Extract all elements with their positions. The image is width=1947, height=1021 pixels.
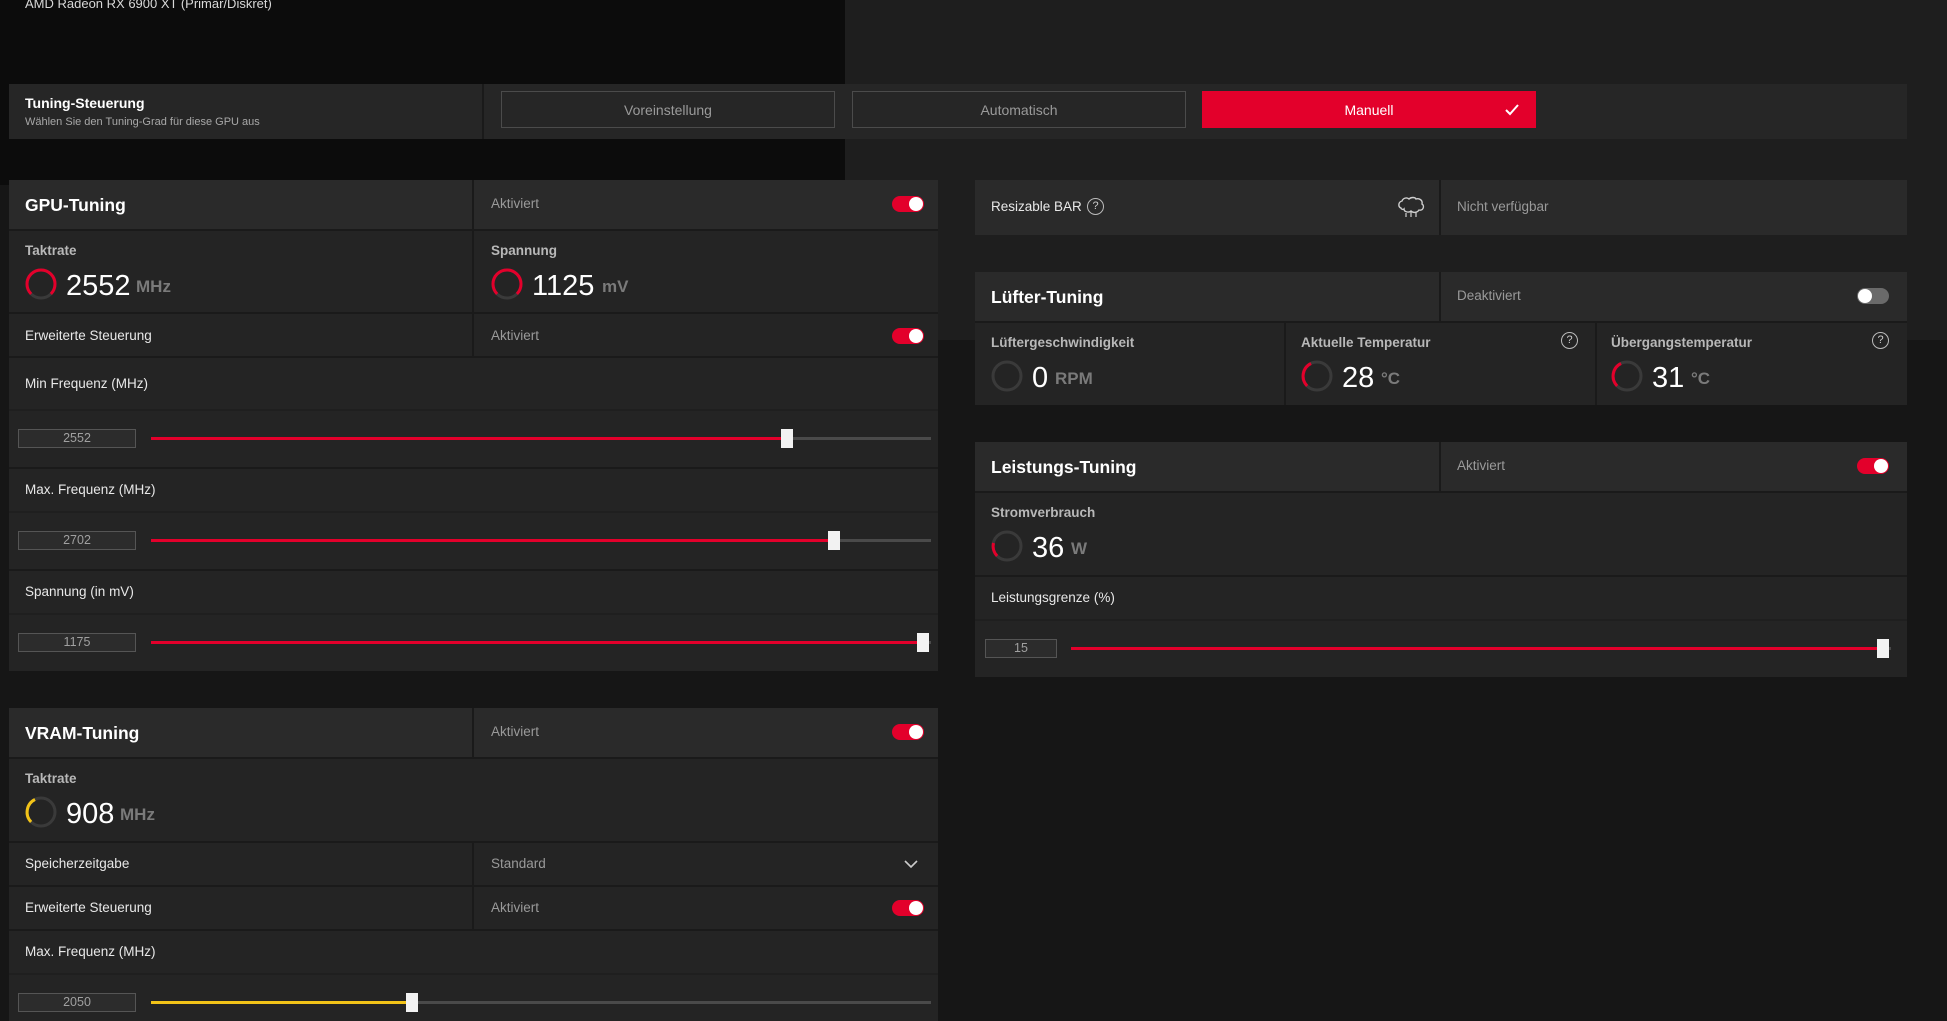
fan-tuning-toggle[interactable] [1857, 288, 1889, 304]
slider-thumb[interactable] [1876, 639, 1889, 658]
gpu-clock-gauge-icon [25, 268, 57, 300]
brain-icon [1398, 196, 1425, 217]
max-freq-input[interactable]: 2702 [18, 531, 136, 550]
fan-speed-gauge-icon [991, 360, 1023, 392]
chevron-down-icon[interactable] [904, 860, 918, 869]
help-icon[interactable]: ? [1087, 198, 1104, 215]
resizable-bar-label: Resizable BAR [991, 199, 1082, 214]
max-freq-label: Max. Frequenz (MHz) [25, 482, 156, 497]
fan-speed-label: Lüftergeschwindigkeit [991, 335, 1135, 350]
tuning-control-subtitle: Wählen Sie den Tuning-Grad für diese GPU… [25, 116, 260, 128]
gpu-advanced-toggle[interactable] [892, 328, 924, 344]
gpu-voltage-gauge-icon [491, 268, 523, 300]
power-draw-gauge-icon [991, 530, 1023, 562]
gpu-clock-unit: MHz [136, 277, 171, 296]
vram-clock-unit: MHz [120, 805, 155, 824]
slider-fill [151, 641, 924, 644]
gpu-voltage-unit: mV [602, 277, 629, 296]
current-temp-label: Aktuelle Temperatur [1301, 335, 1431, 350]
help-icon[interactable]: ? [1872, 332, 1889, 349]
junction-temp-label: Übergangstemperatur [1611, 335, 1753, 350]
power-limit-input[interactable]: 15 [985, 639, 1057, 658]
resizable-bar-status: Nicht verfügbar [1457, 199, 1549, 214]
vram-clock-value: 908 [66, 798, 115, 830]
vram-advanced-label: Erweiterte Steuerung [25, 900, 152, 915]
junction-temp-gauge-icon [1611, 360, 1643, 392]
vram-tuning-panel: VRAM-Tuning Aktiviert Taktrate 908 MHz S… [9, 708, 938, 1021]
power-tuning-panel: Leistungs-Tuning Aktiviert Stromverbrauc… [975, 442, 1907, 677]
max-freq-slider[interactable] [151, 531, 931, 550]
slider-thumb[interactable] [780, 429, 793, 448]
vram-max-freq-slider[interactable] [151, 993, 931, 1012]
auto-button[interactable]: Automatisch [852, 91, 1186, 128]
gpu-clock-value: 2552 [66, 270, 131, 302]
vram-max-freq-label: Max. Frequenz (MHz) [25, 944, 156, 959]
gpu-tuning-status: Aktiviert [491, 196, 540, 211]
power-tuning-status: Aktiviert [1457, 458, 1506, 473]
vram-clock-label: Taktrate [25, 771, 77, 786]
min-freq-slider[interactable] [151, 429, 931, 448]
vram-tuning-status: Aktiviert [491, 724, 540, 739]
voltage-input[interactable]: 1175 [18, 633, 136, 652]
voltage-slider-label: Spannung (in mV) [25, 584, 134, 599]
power-draw-label: Stromverbrauch [991, 505, 1096, 520]
power-limit-slider[interactable] [1071, 639, 1891, 658]
fan-speed-unit: RPM [1055, 369, 1093, 388]
help-icon[interactable]: ? [1561, 332, 1578, 349]
manual-button[interactable]: Manuell [1202, 91, 1536, 128]
resizable-bar-panel: Resizable BAR ? Nicht verfügbar [975, 180, 1907, 235]
checkmark-icon [1505, 104, 1519, 116]
vram-tuning-toggle[interactable] [892, 724, 924, 740]
gpu-advanced-label: Erweiterte Steuerung [25, 328, 152, 343]
slider-fill [151, 539, 834, 542]
gpu-voltage-label: Spannung [491, 243, 557, 258]
fan-tuning-header [975, 272, 1907, 321]
power-limit-label: Leistungsgrenze (%) [991, 590, 1115, 605]
min-freq-label: Min Frequenz (MHz) [25, 376, 149, 391]
fan-speed-value: 0 [1032, 362, 1049, 394]
slider-thumb[interactable] [917, 633, 930, 652]
memory-timing-label: Speicherzeitgabe [25, 856, 130, 871]
power-tuning-title: Leistungs-Tuning [991, 457, 1137, 477]
gpu-tuning-panel: GPU-Tuning Aktiviert Taktrate 2552 MHz S… [9, 180, 938, 671]
preset-button[interactable]: Voreinstellung [501, 91, 835, 128]
slider-fill [1071, 647, 1883, 650]
slider-thumb[interactable] [827, 531, 840, 550]
device-name: AMD Radeon RX 6900 XT (Primär/Diskret) [25, 0, 272, 11]
gpu-voltage-value: 1125 [532, 270, 595, 302]
current-temp-value: 28 [1342, 362, 1375, 394]
fan-tuning-status: Deaktiviert [1457, 288, 1521, 303]
junction-temp-value: 31 [1652, 362, 1685, 394]
min-freq-input[interactable]: 2552 [18, 429, 136, 448]
power-tuning-toggle[interactable] [1857, 458, 1889, 474]
slider-thumb[interactable] [406, 993, 419, 1012]
gpu-advanced-status: Aktiviert [491, 328, 540, 343]
gpu-tuning-toggle[interactable] [892, 196, 924, 212]
slider-fill [151, 1001, 413, 1004]
vram-tuning-title: VRAM-Tuning [25, 723, 140, 743]
fan-tuning-panel: Lüfter-Tuning Deaktiviert Lüftergeschwin… [975, 272, 1907, 405]
current-temp-unit: °C [1381, 369, 1401, 388]
junction-temp-unit: °C [1691, 369, 1711, 388]
power-draw-value: 36 [1032, 532, 1065, 564]
gpu-tuning-title: GPU-Tuning [25, 195, 126, 215]
tuning-control-title: Tuning-Steuerung [25, 95, 145, 111]
gpu-clock-label: Taktrate [25, 243, 77, 258]
fan-tuning-title: Lüfter-Tuning [991, 287, 1104, 307]
slider-fill [151, 437, 787, 440]
voltage-slider[interactable] [151, 633, 931, 652]
current-temp-gauge-icon [1301, 360, 1333, 392]
vram-max-freq-input[interactable]: 2050 [18, 993, 136, 1012]
vram-advanced-toggle[interactable] [892, 900, 924, 916]
vram-clock-gauge-icon [25, 796, 57, 828]
power-draw-unit: W [1071, 539, 1088, 558]
manual-label: Manuell [1344, 102, 1394, 118]
memory-timing-select[interactable]: Standard [491, 856, 546, 871]
vram-advanced-status: Aktiviert [491, 900, 540, 915]
